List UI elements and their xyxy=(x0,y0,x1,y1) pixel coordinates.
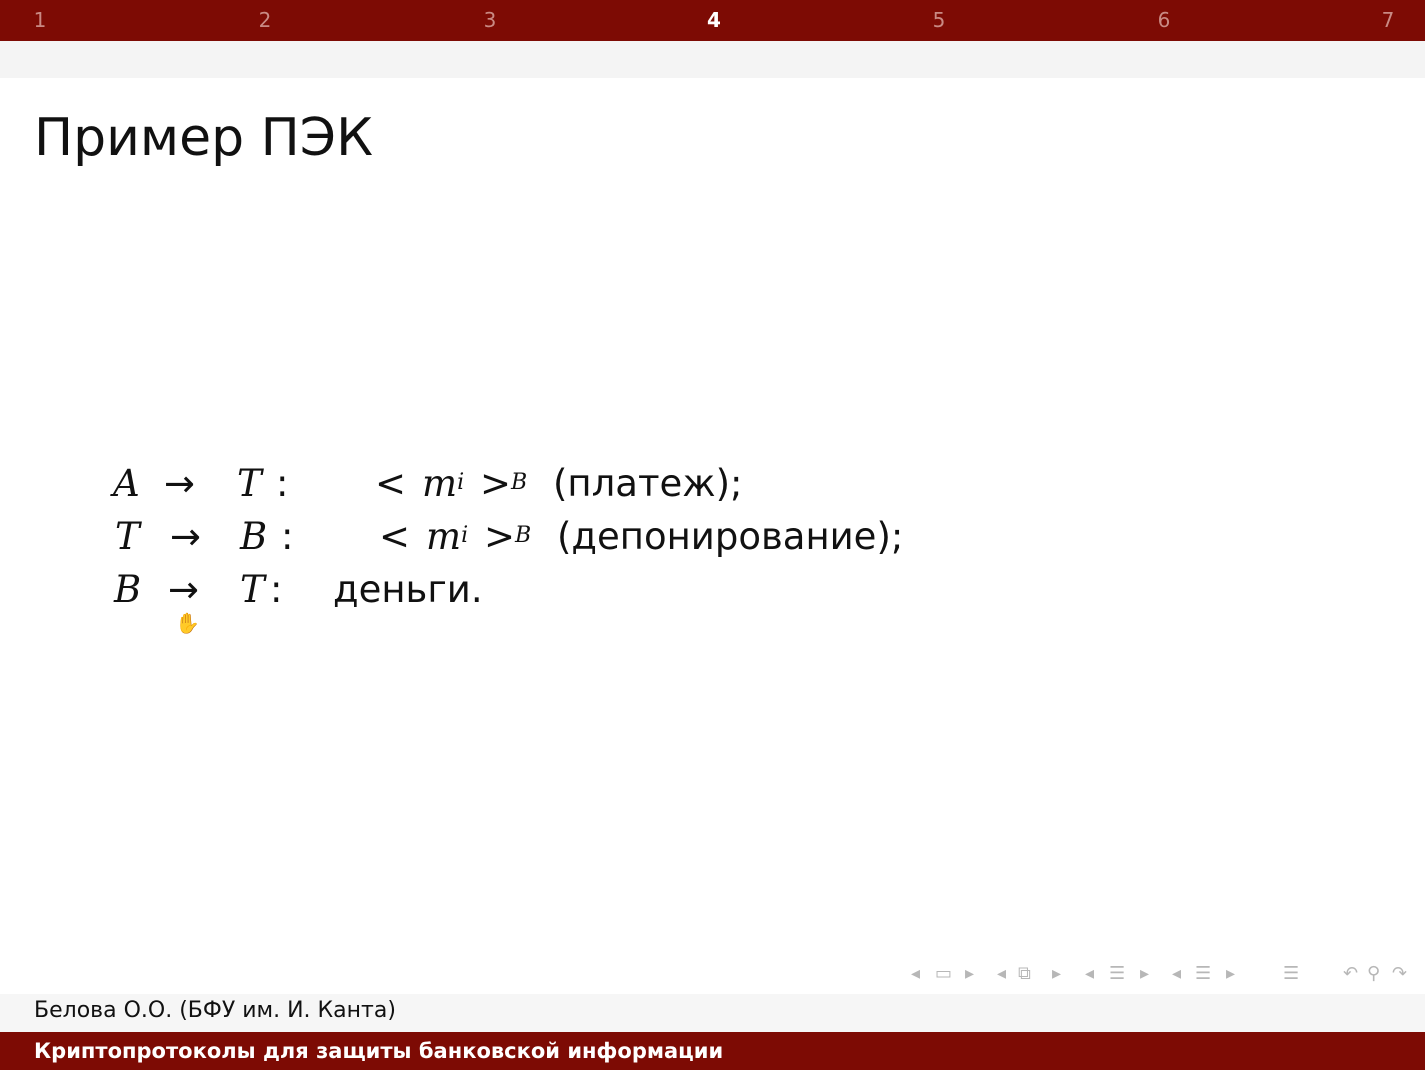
colon: : xyxy=(281,515,294,558)
arrow-icon: → xyxy=(164,462,196,505)
slide-title: Пример ПЭК xyxy=(34,108,373,168)
message: mi xyxy=(426,515,469,558)
arrow-right-icon[interactable]: ▸ xyxy=(1052,962,1061,986)
angle-close: > B xyxy=(480,462,528,505)
arrow-right-icon[interactable]: ▸ xyxy=(1226,962,1235,986)
angle-open: < xyxy=(375,462,407,505)
step-description: деньги. xyxy=(333,568,483,611)
arrow-left-icon[interactable]: ◂ xyxy=(1085,962,1094,986)
hand-cursor-icon: ✋ xyxy=(175,611,200,635)
receiver: B xyxy=(240,515,268,558)
author-line: Белова О.О. (БФУ им. И. Канта) xyxy=(34,998,396,1023)
subsection-icon[interactable]: ⧉ xyxy=(1018,962,1031,986)
colon: : xyxy=(276,462,289,505)
message-index: i xyxy=(457,470,465,495)
section-icon[interactable]: ☰ xyxy=(1109,962,1125,986)
course-title: Криптопротоколы для защиты банковской ин… xyxy=(34,1039,724,1063)
presentation-icon[interactable]: ☰ xyxy=(1195,962,1211,986)
section-link-5[interactable]: 5 xyxy=(924,8,954,32)
undo-icon[interactable]: ↶ xyxy=(1343,962,1358,986)
beamer-navigation-symbols: ◂ ▭ ▸ ◂ ⧉ ▸ ◂ ☰ ▸ ◂ ☰ ▸ ☰ ↶ ⚲ ↷ xyxy=(905,962,1420,986)
frame-icon[interactable]: ▭ xyxy=(935,962,952,986)
section-navigation-bar: 1 2 3 4 5 6 7 xyxy=(0,0,1425,41)
arrow-icon: → xyxy=(168,568,200,611)
sender: A xyxy=(113,462,140,505)
section-link-3[interactable]: 3 xyxy=(475,8,505,32)
sender: B xyxy=(114,568,142,611)
section-link-6[interactable]: 6 xyxy=(1149,8,1179,32)
section-link-1[interactable]: 1 xyxy=(25,8,55,32)
step-description: (депонирование); xyxy=(557,515,904,558)
sender: T xyxy=(115,515,140,558)
step-description: (платеж); xyxy=(553,462,743,505)
protocol-step-2: T → B : < mi > B (депонирование); xyxy=(0,515,904,565)
arrow-right-icon[interactable]: ▸ xyxy=(1140,962,1149,986)
colon: : xyxy=(270,568,283,611)
receiver: T xyxy=(240,568,265,611)
arrow-left-icon[interactable]: ◂ xyxy=(1172,962,1181,986)
key-subscript: B xyxy=(515,523,532,548)
redo-icon[interactable]: ↷ xyxy=(1392,962,1407,986)
arrow-icon: → xyxy=(170,515,202,558)
section-link-4[interactable]: 4 xyxy=(699,8,729,32)
search-icon[interactable]: ⚲ xyxy=(1367,962,1380,986)
arrow-left-icon[interactable]: ◂ xyxy=(997,962,1006,986)
protocol-step-1: A → T : < mi > B (платеж); xyxy=(0,462,900,512)
arrow-right-icon[interactable]: ▸ xyxy=(965,962,974,986)
arrow-left-icon[interactable]: ◂ xyxy=(911,962,920,986)
angle-close: > B xyxy=(484,515,532,558)
outline-icon[interactable]: ☰ xyxy=(1283,962,1299,986)
section-link-7[interactable]: 7 xyxy=(1373,8,1403,32)
receiver: T xyxy=(237,462,262,505)
subsection-band xyxy=(0,41,1425,78)
angle-open: < xyxy=(379,515,411,558)
message: mi xyxy=(422,462,465,505)
protocol-step-3: B → T : деньги. xyxy=(0,568,900,618)
message-index: i xyxy=(461,523,469,548)
section-link-2[interactable]: 2 xyxy=(250,8,280,32)
key-subscript: B xyxy=(511,470,528,495)
